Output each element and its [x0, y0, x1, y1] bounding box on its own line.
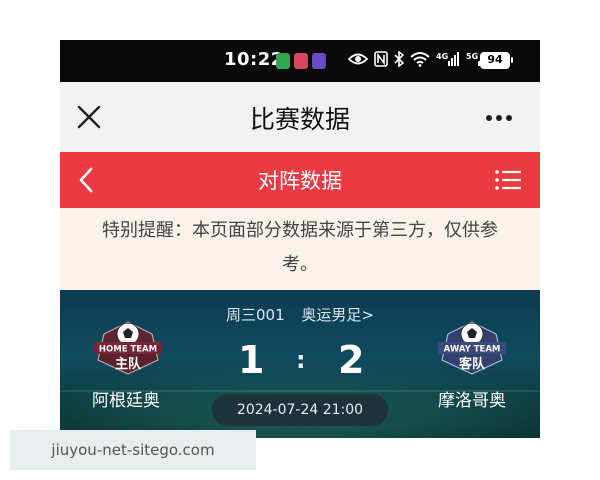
eye-icon: [348, 53, 368, 65]
wifi-icon: [410, 52, 430, 67]
phone-screen: 10:22 4G 5G 94 比赛数据 对阵数据 特别提醒：本页面部分数据来源于…: [60, 40, 540, 438]
more-icon[interactable]: [484, 108, 514, 128]
home-team-name[interactable]: 阿根廷奥: [92, 386, 160, 411]
signal-4g-icon: 4G: [436, 52, 459, 66]
section-title: 对阵数据: [258, 169, 342, 193]
section-header: 对阵数据: [60, 152, 540, 208]
away-team-name[interactable]: 摩洛哥奥: [438, 386, 506, 411]
home-team-badge-icon: HOME TEAM 主队: [94, 321, 162, 375]
away-score: 2: [338, 338, 365, 382]
app-notification-icon: [276, 53, 290, 69]
status-icons: 4G 5G: [348, 51, 490, 67]
svg-text:5G: 5G: [466, 52, 478, 61]
watermark-label: jiuyou-net-sitego.com: [10, 430, 256, 470]
notice-banner: 特别提醒：本页面部分数据来源于第三方，仅供参考。: [60, 208, 540, 290]
title-bar: 比赛数据: [60, 82, 540, 152]
battery-indicator: 94: [480, 52, 513, 69]
home-badge-top-text: HOME TEAM: [99, 345, 157, 355]
status-bar: 10:22 4G 5G 94: [60, 40, 540, 82]
bluetooth-icon: [394, 51, 404, 67]
match-datetime: 2024-07-24 21:00: [212, 394, 388, 426]
page-title: 比赛数据: [249, 105, 350, 134]
list-icon[interactable]: [494, 168, 522, 192]
home-score: 1: [238, 338, 265, 382]
nfc-icon: [374, 51, 388, 67]
match-code: 周三001: [226, 306, 285, 324]
competition-link[interactable]: 奥运男足>: [301, 306, 374, 324]
status-time: 10:22: [224, 49, 284, 70]
away-team-badge-icon: AWAY TEAM 客队: [438, 321, 506, 375]
away-badge-label: 客队: [459, 356, 486, 372]
match-card: 周三001 奥运男足> HOME TEAM 主队 AWAY TEAM 客队 1 …: [60, 290, 540, 438]
app-notification-icon: [294, 53, 308, 69]
score-separator: :: [296, 346, 306, 374]
away-badge-top-text: AWAY TEAM: [444, 345, 501, 355]
app-notification-icon: [312, 53, 326, 69]
home-badge-label: 主队: [115, 356, 142, 372]
svg-text:4G: 4G: [436, 52, 448, 61]
